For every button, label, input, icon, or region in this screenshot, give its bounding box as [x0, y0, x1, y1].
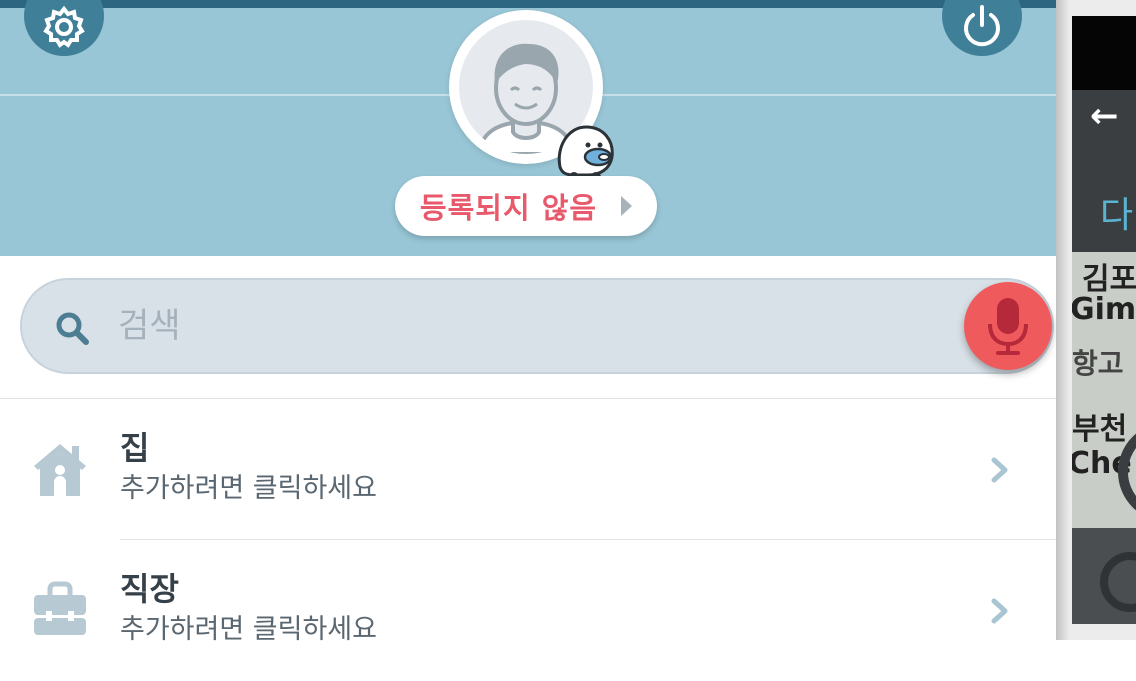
list-item-work[interactable]: 직장 추가하려면 클릭하세요	[0, 541, 1056, 681]
waze-mascot-icon	[557, 125, 614, 182]
registration-status-label: 등록되지 않음	[419, 191, 598, 225]
home-icon	[34, 444, 86, 496]
list-item-title: 집	[120, 429, 150, 467]
microphone-icon	[988, 298, 1028, 355]
search-input[interactable]: 검색	[20, 278, 1054, 374]
destination-label: 다	[1100, 195, 1134, 236]
map-label: 부천	[1072, 412, 1128, 447]
voice-search-button[interactable]	[964, 282, 1052, 370]
map-preview-topbar	[1072, 16, 1136, 90]
list-divider	[0, 398, 1056, 399]
back-arrow-icon: ←	[1090, 96, 1119, 136]
map-control-icon	[1100, 552, 1136, 612]
chevron-right-icon	[991, 598, 1008, 624]
map-label: 항고	[1072, 347, 1124, 380]
list-item-subtitle: 추가하려면 클릭하세요	[120, 614, 377, 645]
map-preview: 김포 Gimp 항고 부천 Che	[1072, 252, 1136, 528]
list-item-subtitle: 추가하려면 클릭하세요	[120, 473, 377, 504]
chevron-right-icon	[621, 196, 633, 216]
power-icon	[964, 5, 1000, 47]
list-divider	[120, 539, 1056, 540]
search-icon	[56, 312, 89, 345]
map-preview-bottombar	[1072, 528, 1136, 624]
list-item-title: 직장	[120, 570, 179, 608]
search-placeholder: 검색	[118, 306, 181, 346]
list-item-home[interactable]: 집 추가하려면 클릭하세요	[0, 400, 1056, 540]
top-accent-bar	[0, 0, 1056, 8]
panel-shadow	[1056, 0, 1070, 640]
gear-icon	[43, 5, 85, 48]
briefcase-icon	[34, 581, 86, 635]
chevron-right-icon	[991, 457, 1008, 483]
registration-status-button[interactable]: 등록되지 않음	[395, 176, 657, 236]
map-label: Gimp	[1072, 292, 1136, 327]
